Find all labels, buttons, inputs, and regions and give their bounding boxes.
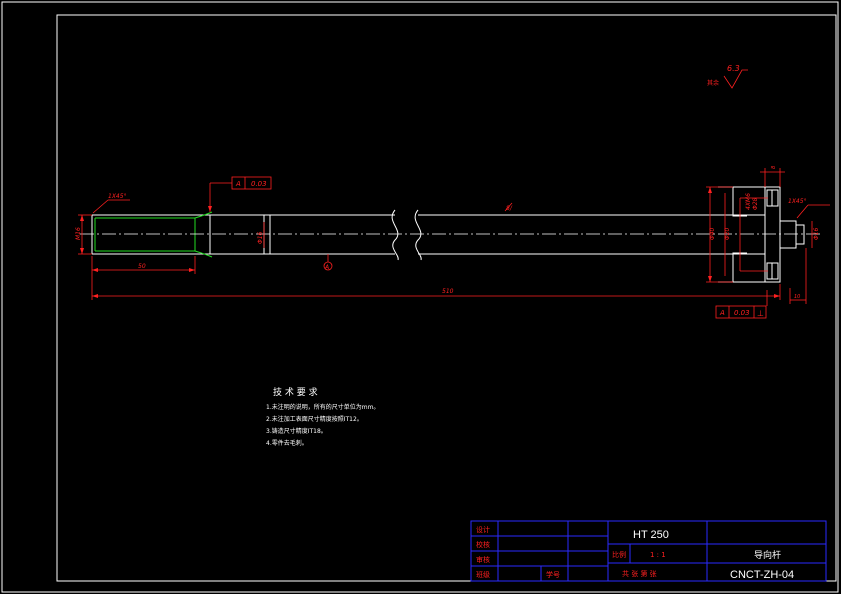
tb-scale-label: 比例: [612, 550, 626, 559]
note-item-1: 1.未注明的说明，所有的尺寸单位为mm。: [266, 403, 379, 411]
thread-dia-label: M16: [75, 227, 82, 240]
bolt-dim2-label: Φ28: [752, 197, 759, 210]
arrowheads: [80, 187, 780, 298]
tb-sheet-info: 共 张 第 张: [622, 569, 657, 578]
groove-dia-label: Φ16: [257, 231, 264, 244]
roughness-value: 6.3: [727, 64, 740, 73]
flange-thk-label: 8: [771, 166, 777, 169]
note-item-3: 3.铸造尺寸精度IT18。: [266, 427, 327, 435]
flange-dia1-label: Φ40: [709, 227, 716, 240]
geo-tol-value-top: 0.03: [251, 180, 267, 188]
thread-lines: [94, 211, 213, 258]
outer-border: [1, 1, 839, 593]
left-chamfer-label: 1X45°: [108, 193, 127, 200]
tb-scale-value: 1 : 1: [650, 551, 666, 559]
tb-part-name: 导向杆: [754, 549, 781, 561]
break-lines: [391, 209, 422, 261]
tb-student-label: 学号: [546, 570, 560, 579]
geo-tol-datum-bottom: A: [719, 309, 725, 317]
surface-mark-label: 8/: [506, 205, 513, 212]
tb-row-label-4: 班级: [476, 570, 490, 579]
bolt-dim1-label: 4XM6: [745, 193, 752, 210]
shaft-outline: [91, 186, 805, 283]
cad-drawing-canvas: A 0.03 A 0.03 ⊥ 1X45° M16 50 Φ16 510 8/ …: [1, 1, 839, 593]
thread-length-label: 50: [138, 263, 146, 270]
flange-dia2-label: Φ20: [724, 227, 731, 240]
right-chamfer-label: 1X45°: [788, 198, 807, 205]
datum-marker-label: A: [324, 264, 329, 271]
roughness-label: 其余: [707, 79, 719, 87]
note-item-4: 4.零件去毛刺。: [266, 439, 308, 447]
tb-row-label-2: 校核: [476, 540, 490, 549]
geo-tol-value-bottom: 0.03: [734, 309, 750, 317]
tb-drawing-no: CNCT-ZH-04: [730, 569, 794, 581]
tb-row-label-3: 审核: [476, 555, 490, 564]
tb-row-label-1: 设计: [476, 525, 490, 534]
dimension-lines: [78, 168, 830, 306]
inner-frame: [56, 14, 837, 582]
overall-length-label: 510: [442, 288, 454, 295]
right-small-label: 10: [794, 294, 800, 300]
note-item-2: 2.未注加工表面尺寸精度按照IT12。: [266, 415, 363, 423]
geo-tol-symbol-bottom: ⊥: [757, 309, 764, 318]
right-dia-label: Φ16: [813, 227, 820, 240]
tb-material: HT 250: [633, 529, 669, 541]
notes-heading: 技 术 要 求: [273, 386, 318, 398]
geo-tol-datum-top: A: [235, 180, 241, 188]
